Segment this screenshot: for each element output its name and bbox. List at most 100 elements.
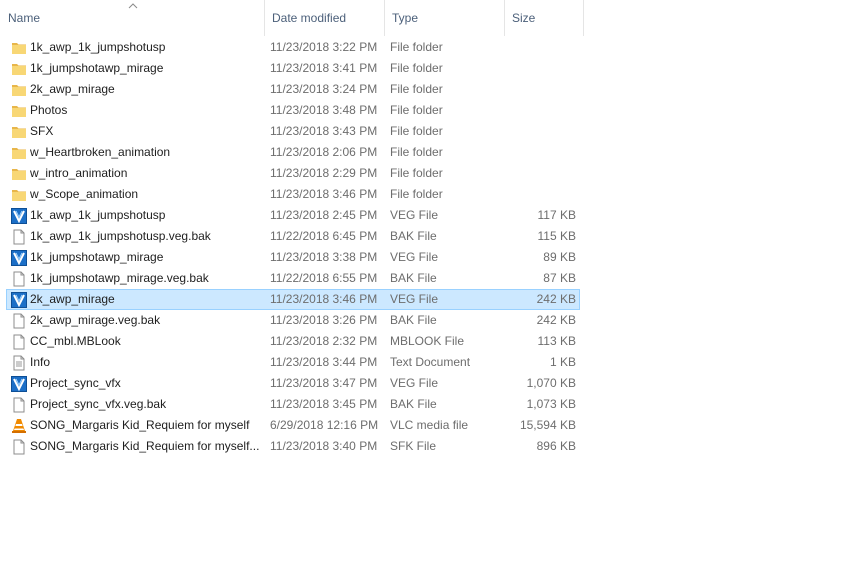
file-row[interactable]: Photos 11/23/2018 3:48 PM File folder [6, 100, 580, 121]
file-size: 1 KB [549, 355, 576, 369]
file-date-modified: 11/23/2018 3:40 PM [270, 439, 378, 453]
veg-file-icon [11, 376, 27, 392]
file-date-modified: 11/23/2018 3:43 PM [270, 124, 378, 138]
file-row[interactable]: 1k_awp_1k_jumpshotusp 11/23/2018 2:45 PM V… [6, 205, 580, 226]
file-name: SONG_Margaris Kid_Requiem for myself [30, 418, 250, 432]
file-size: 113 KB [537, 334, 576, 348]
file-row[interactable]: w_intro_animation 11/23/2018 2:29 PM File … [6, 163, 580, 184]
folder-icon [11, 145, 27, 161]
file-row[interactable]: 1k_jumpshotawp_mirage.veg.bak 11/22/2018 … [6, 268, 580, 289]
veg-file-icon [11, 250, 27, 266]
file-row[interactable]: SFX 11/23/2018 3:43 PM File folder [6, 121, 580, 142]
file-row[interactable]: 1k_awp_1k_jumpshotusp 11/23/2018 3:22 PM F… [6, 37, 580, 58]
file-date-modified: 6/29/2018 12:16 PM [270, 418, 379, 432]
file-size: 1,073 KB [526, 397, 576, 411]
column-header-size[interactable]: Size [504, 0, 584, 36]
file-date-modified: 11/23/2018 2:45 PM [270, 208, 378, 222]
file-row[interactable]: 2k_awp_mirage 11/23/2018 3:46 PM VEG File 2… [6, 289, 580, 310]
file-row[interactable]: 1k_awp_1k_jumpshotusp.veg.bak 11/22/2018 … [6, 226, 580, 247]
file-row[interactable]: w_Scope_animation 11/23/2018 3:46 PM File … [6, 184, 580, 205]
file-row[interactable]: w_Heartbroken_animation 11/23/2018 2:06 P… [6, 142, 580, 163]
file-name: 1k_jumpshotawp_mirage.veg.bak [30, 271, 209, 285]
column-header-type[interactable]: Type [384, 0, 504, 36]
file-row[interactable]: 2k_awp_mirage 11/23/2018 3:24 PM File fold… [6, 79, 580, 100]
file-date-modified: 11/23/2018 3:22 PM [270, 40, 378, 54]
file-size [510, 185, 576, 204]
file-size: 242 KB [536, 292, 576, 306]
file-row[interactable]: CC_mbl.MBLook 11/23/2018 2:32 PM MBLOOK Fi… [6, 331, 580, 352]
file-date-modified: 11/23/2018 3:48 PM [270, 103, 378, 117]
file-size [510, 101, 576, 120]
file-date-modified: 11/23/2018 2:32 PM [270, 334, 378, 348]
veg-file-icon [11, 208, 27, 224]
file-date-modified: 11/23/2018 3:44 PM [270, 355, 378, 369]
file-row[interactable]: Info 11/23/2018 3:44 PM Text Document 1 KB [6, 352, 580, 373]
file-size [510, 164, 576, 183]
column-header-bar: Name Date modified Type Size [0, 0, 584, 36]
file-type: BAK File [390, 397, 437, 411]
file-type: File folder [390, 103, 443, 117]
file-date-modified: 11/23/2018 2:29 PM [270, 166, 378, 180]
file-size [510, 143, 576, 162]
file-type: File folder [390, 61, 443, 75]
file-type: VEG File [390, 250, 439, 264]
file-date-modified: 11/23/2018 3:46 PM [270, 292, 378, 306]
folder-icon [11, 82, 27, 98]
file-type: File folder [390, 166, 443, 180]
file-name: 1k_awp_1k_jumpshotusp.veg.bak [30, 229, 211, 243]
file-type: File folder [390, 40, 443, 54]
file-name: w_intro_animation [30, 166, 128, 180]
file-type: Text Document [390, 355, 471, 369]
file-row[interactable]: 2k_awp_mirage.veg.bak 11/23/2018 3:26 PM B… [6, 310, 580, 331]
file-row[interactable]: Project_sync_vfx 11/23/2018 3:47 PM VEG Fi… [6, 373, 580, 394]
file-name: w_Heartbroken_animation [30, 145, 171, 159]
file-date-modified: 11/22/2018 6:45 PM [270, 229, 378, 243]
file-name: 2k_awp_mirage [30, 292, 115, 306]
file-name: 2k_awp_mirage [30, 82, 115, 96]
file-size: 89 KB [543, 250, 576, 264]
file-type: SFK File [390, 439, 437, 453]
file-date-modified: 11/23/2018 3:45 PM [270, 397, 378, 411]
file-row[interactable]: SONG_Margaris Kid_Requiem for myself 6/29… [6, 415, 580, 436]
file-size [510, 38, 576, 57]
folder-icon [11, 124, 27, 140]
file-name: Info [30, 355, 51, 369]
folder-icon [11, 61, 27, 77]
file-row[interactable]: Project_sync_vfx.veg.bak 11/23/2018 3:45 … [6, 394, 580, 415]
file-name: 2k_awp_mirage.veg.bak [30, 313, 161, 327]
file-type: File folder [390, 124, 443, 138]
file-type: VEG File [390, 208, 439, 222]
file-name: Project_sync_vfx [30, 376, 121, 390]
file-type: BAK File [390, 229, 437, 243]
file-size: 117 KB [537, 208, 576, 222]
file-type: VEG File [390, 292, 439, 306]
vlc-cone-icon [11, 418, 27, 434]
blank-file-icon [11, 229, 27, 245]
file-size [510, 122, 576, 141]
blank-file-icon [11, 313, 27, 329]
file-row[interactable]: 1k_jumpshotawp_mirage 11/23/2018 3:41 PM F… [6, 58, 580, 79]
file-date-modified: 11/23/2018 3:46 PM [270, 187, 378, 201]
file-date-modified: 11/23/2018 2:06 PM [270, 145, 378, 159]
file-size [510, 59, 576, 78]
folder-icon [11, 166, 27, 182]
file-type: MBLOOK File [390, 334, 465, 348]
file-row[interactable]: 1k_jumpshotawp_mirage 11/23/2018 3:38 PM V… [6, 247, 580, 268]
file-size: 1,070 KB [526, 376, 576, 390]
file-name: 1k_awp_1k_jumpshotusp [30, 208, 166, 222]
file-size [510, 80, 576, 99]
folder-icon [11, 103, 27, 119]
file-type: File folder [390, 145, 443, 159]
file-name: SONG_Margaris Kid_Requiem for myself.... [30, 439, 260, 453]
column-header-date-modified[interactable]: Date modified [264, 0, 384, 36]
file-date-modified: 11/23/2018 3:26 PM [270, 313, 378, 327]
file-name: CC_mbl.MBLook [30, 334, 121, 348]
file-name: 1k_jumpshotawp_mirage [30, 61, 164, 75]
file-size: 87 KB [543, 271, 576, 285]
column-header-name[interactable]: Name [0, 0, 264, 36]
file-row[interactable]: SONG_Margaris Kid_Requiem for myself....… [6, 436, 580, 457]
file-type: VLC media file [390, 418, 469, 432]
blank-file-icon [11, 334, 27, 350]
veg-file-icon [11, 292, 27, 308]
file-type: File folder [390, 187, 443, 201]
